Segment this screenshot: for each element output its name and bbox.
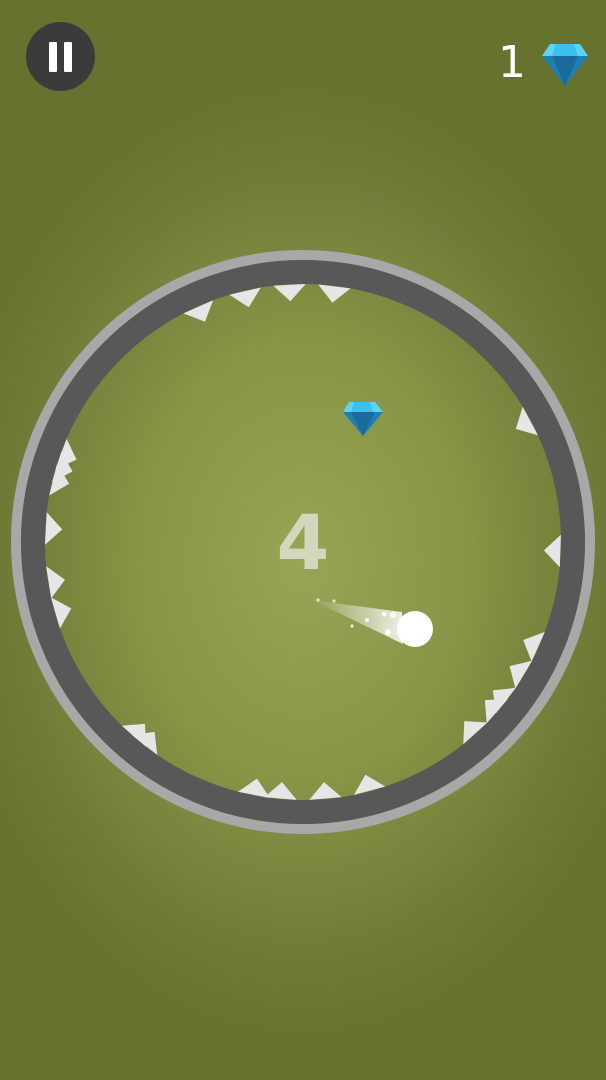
trail-particle <box>385 629 391 635</box>
trail-particle <box>390 612 396 618</box>
ball <box>397 611 433 647</box>
spike <box>309 782 342 800</box>
ball-trail <box>312 600 403 644</box>
score: 4 <box>276 498 330 587</box>
diamond-pickup <box>343 402 383 436</box>
spike <box>273 284 306 302</box>
trail-particle <box>365 618 369 622</box>
trail-particle <box>381 611 387 617</box>
trail-particle <box>350 624 354 628</box>
trail-particle <box>332 599 336 603</box>
trail-particle <box>316 598 320 602</box>
